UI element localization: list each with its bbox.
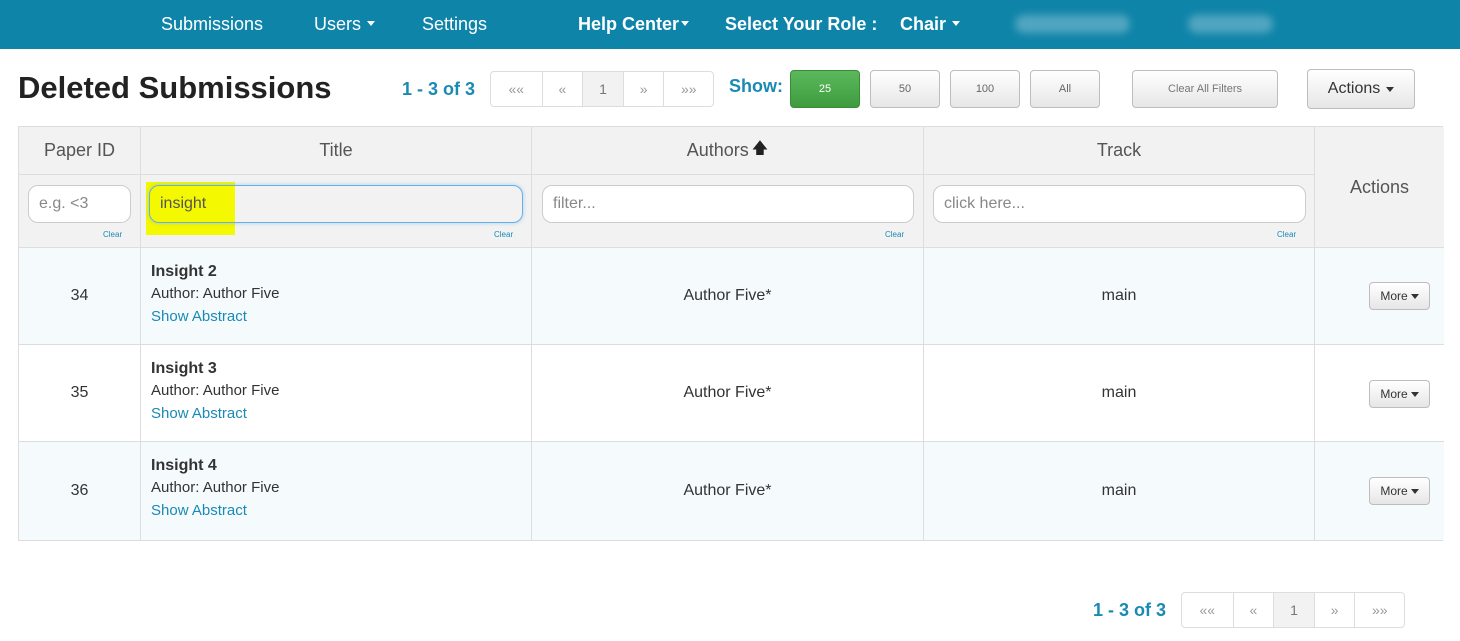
clear-paper-id-filter-link[interactable]: Clear xyxy=(103,230,122,239)
authors-filter-input[interactable] xyxy=(542,185,914,223)
last-page-button[interactable]: »» xyxy=(663,72,713,106)
pagination-summary: 1 - 3 of 3 xyxy=(402,79,476,99)
nav-help-center[interactable]: Help Center xyxy=(578,0,690,49)
next-page-button[interactable]: » xyxy=(622,72,664,106)
paper-id-filter-input[interactable] xyxy=(28,185,131,223)
paper-id-cell: 34 xyxy=(19,248,141,345)
role-value: Chair xyxy=(900,14,947,34)
paper-id-cell: 35 xyxy=(19,345,141,442)
nav-users-label: Users xyxy=(314,14,362,34)
more-button[interactable]: More xyxy=(1369,282,1430,310)
authors-cell: Author Five* xyxy=(532,248,924,345)
last-page-button[interactable]: »» xyxy=(1354,593,1404,627)
clear-track-filter-link[interactable]: Clear xyxy=(1277,230,1296,239)
show-abstract-link[interactable]: Show Abstract xyxy=(151,500,531,522)
chevron-down-icon xyxy=(1410,488,1419,494)
more-button[interactable]: More xyxy=(1369,477,1430,505)
paper-title: Insight 3 xyxy=(151,360,217,377)
actions-dropdown-button[interactable]: Actions xyxy=(1307,69,1415,109)
first-page-button[interactable]: «« xyxy=(1182,593,1233,627)
actions-label: Actions xyxy=(1327,80,1381,97)
authors-cell: Author Five* xyxy=(532,442,924,540)
role-select[interactable]: Chair xyxy=(900,0,961,49)
clear-title-filter-link[interactable]: Clear xyxy=(494,230,513,239)
track-cell: main xyxy=(924,442,1315,540)
more-button[interactable]: More xyxy=(1369,380,1430,408)
next-page-button[interactable]: » xyxy=(1313,593,1355,627)
paper-author: Author: Author Five xyxy=(151,379,531,403)
pagination-bottom: «« « 1 » »» xyxy=(1181,592,1405,628)
paper-author: Author: Author Five xyxy=(151,282,531,306)
track-cell: main xyxy=(924,345,1315,442)
title-cell: Insight 3 Author: Author Five Show Abstr… xyxy=(141,345,532,442)
author-label: Author: xyxy=(151,382,200,399)
prev-page-button[interactable]: « xyxy=(1232,593,1274,627)
header-actions: Actions xyxy=(1315,127,1444,248)
author-label: Author: xyxy=(151,285,200,302)
show-abstract-link[interactable]: Show Abstract xyxy=(151,403,531,425)
paper-title: Insight 2 xyxy=(151,263,217,280)
nav-submissions[interactable]: Submissions xyxy=(161,0,263,49)
pagination-top: «« « 1 » »» xyxy=(490,71,714,107)
more-label: More xyxy=(1380,289,1408,303)
page-title: Deleted Submissions xyxy=(18,70,332,105)
top-nav: Submissions Users Settings Help Center S… xyxy=(0,0,1460,49)
chevron-down-icon xyxy=(1410,391,1419,397)
role-label: Select Your Role : xyxy=(725,14,878,34)
nav-settings[interactable]: Settings xyxy=(422,0,487,49)
sort-ascending-icon: 🡅 xyxy=(751,140,769,157)
per-page-100-button[interactable]: 100 xyxy=(950,70,1020,108)
chevron-down-icon xyxy=(952,21,961,27)
title-cell: Insight 2 Author: Author Five Show Abstr… xyxy=(141,248,532,345)
title-cell: Insight 4 Author: Author Five Show Abstr… xyxy=(141,442,532,540)
paper-id-cell: 36 xyxy=(19,442,141,540)
header-authors-label: Authors xyxy=(686,140,749,160)
author-name: Author Five xyxy=(202,479,280,496)
paper-title: Insight 4 xyxy=(151,457,217,474)
nav-users[interactable]: Users xyxy=(314,0,376,49)
author-name: Author Five xyxy=(202,285,280,302)
clear-authors-filter-link[interactable]: Clear xyxy=(885,230,904,239)
header-track[interactable]: Track xyxy=(924,127,1315,175)
clear-all-filters-button[interactable]: Clear All Filters xyxy=(1132,70,1278,108)
authors-cell: Author Five* xyxy=(532,345,924,442)
track-filter-input[interactable] xyxy=(933,185,1306,223)
prev-page-button[interactable]: « xyxy=(541,72,583,106)
header-paper-id[interactable]: Paper ID xyxy=(19,127,141,175)
per-page-50-button[interactable]: 50 xyxy=(870,70,940,108)
page-1-button[interactable]: 1 xyxy=(582,72,623,106)
chevron-down-icon xyxy=(681,21,690,27)
more-label: More xyxy=(1380,387,1408,401)
chevron-down-icon xyxy=(367,21,376,27)
page-1-button[interactable]: 1 xyxy=(1273,593,1314,627)
first-page-button[interactable]: «« xyxy=(491,72,542,106)
paper-author: Author: Author Five xyxy=(151,476,531,500)
header-title[interactable]: Title xyxy=(141,127,532,175)
chevron-down-icon xyxy=(1410,293,1419,299)
help-center-label: Help Center xyxy=(578,14,680,34)
pagination-summary-bottom: 1 - 3 of 3 xyxy=(1093,600,1167,620)
chevron-down-icon xyxy=(1386,86,1395,92)
author-name: Author Five xyxy=(202,382,280,399)
more-label: More xyxy=(1380,484,1408,498)
redacted-user-info xyxy=(1015,15,1130,33)
show-abstract-link[interactable]: Show Abstract xyxy=(151,306,531,328)
per-page-25-button[interactable]: 25 xyxy=(790,70,860,108)
author-label: Author: xyxy=(151,479,200,496)
title-filter-input[interactable] xyxy=(149,185,523,223)
header-authors[interactable]: Authors 🡅 xyxy=(532,127,924,175)
per-page-all-button[interactable]: All xyxy=(1030,70,1100,108)
show-label: Show: xyxy=(729,76,783,96)
redacted-user-info xyxy=(1188,15,1273,33)
track-cell: main xyxy=(924,248,1315,345)
